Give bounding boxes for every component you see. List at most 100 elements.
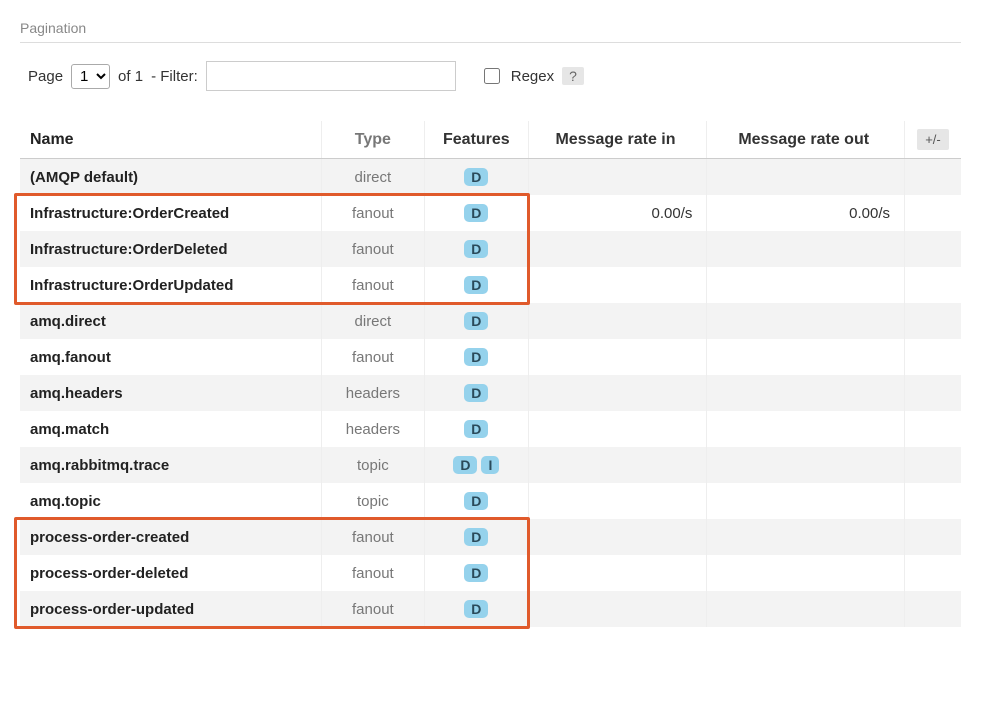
exchange-type: fanout <box>321 519 425 555</box>
rate-in <box>528 159 707 196</box>
header-features[interactable]: Features <box>425 121 529 159</box>
exchange-name-link[interactable]: Infrastructure:OrderCreated <box>20 195 321 231</box>
empty-cell <box>905 267 962 303</box>
empty-cell <box>905 231 962 267</box>
exchange-type: fanout <box>321 339 425 375</box>
exchange-name-link[interactable]: Infrastructure:OrderDeleted <box>20 231 321 267</box>
exchange-name-link[interactable]: amq.topic <box>20 483 321 519</box>
rate-out <box>707 159 905 196</box>
exchange-name-link[interactable]: process-order-deleted <box>20 555 321 591</box>
empty-cell <box>905 195 962 231</box>
table-row: amq.fanoutfanout D <box>20 339 961 375</box>
exchange-features: D <box>425 303 529 339</box>
feature-badge: D <box>464 492 488 510</box>
table-row: amq.matchheaders D <box>20 411 961 447</box>
exchange-type: fanout <box>321 591 425 627</box>
pagination-controls: Page 1 of 1 - Filter: Regex ? <box>20 61 961 91</box>
feature-badge: D <box>464 276 488 294</box>
table-row: amq.headersheaders D <box>20 375 961 411</box>
empty-cell <box>905 519 962 555</box>
header-type[interactable]: Type <box>321 121 425 159</box>
table-row: process-order-createdfanout D <box>20 519 961 555</box>
help-icon[interactable]: ? <box>562 67 584 85</box>
exchange-type: direct <box>321 159 425 196</box>
exchange-name-link[interactable]: process-order-created <box>20 519 321 555</box>
exchange-name-link[interactable]: amq.fanout <box>20 339 321 375</box>
feature-badge: I <box>481 456 499 474</box>
rate-out <box>707 483 905 519</box>
empty-cell <box>905 555 962 591</box>
rate-in <box>528 447 707 483</box>
exchange-type: fanout <box>321 195 425 231</box>
exchange-type: fanout <box>321 267 425 303</box>
empty-cell <box>905 591 962 627</box>
exchange-features: D <box>425 195 529 231</box>
columns-toggle-button[interactable]: +/- <box>917 129 949 150</box>
exchanges-table-wrap: Name Type Features Message rate in Messa… <box>20 121 961 627</box>
exchange-type: topic <box>321 483 425 519</box>
exchange-name-link[interactable]: amq.match <box>20 411 321 447</box>
exchange-features: D <box>425 555 529 591</box>
exchange-name-link[interactable]: amq.direct <box>20 303 321 339</box>
exchange-name-link[interactable]: amq.rabbitmq.trace <box>20 447 321 483</box>
exchange-type: fanout <box>321 231 425 267</box>
rate-in <box>528 375 707 411</box>
feature-badge: D <box>464 348 488 366</box>
rate-in <box>528 303 707 339</box>
rate-in <box>528 591 707 627</box>
exchange-type: topic <box>321 447 425 483</box>
feature-badge: D <box>464 564 488 582</box>
feature-badge: D <box>464 312 488 330</box>
regex-checkbox[interactable] <box>484 68 500 84</box>
exchange-type: fanout <box>321 555 425 591</box>
exchange-features: D <box>425 483 529 519</box>
exchange-features: D <box>425 339 529 375</box>
page-select[interactable]: 1 <box>71 64 110 89</box>
table-row: process-order-deletedfanout D <box>20 555 961 591</box>
rate-in <box>528 555 707 591</box>
exchange-features: D <box>425 159 529 196</box>
table-row: Infrastructure:OrderUpdatedfanout D <box>20 267 961 303</box>
empty-cell <box>905 483 962 519</box>
rate-out <box>707 411 905 447</box>
rate-out <box>707 555 905 591</box>
section-title: Pagination <box>20 20 961 43</box>
exchange-type: headers <box>321 411 425 447</box>
table-row: process-order-updatedfanout D <box>20 591 961 627</box>
rate-out <box>707 303 905 339</box>
exchange-name-link[interactable]: Infrastructure:OrderUpdated <box>20 267 321 303</box>
filter-label: - Filter: <box>151 68 198 85</box>
exchange-name-link[interactable]: amq.headers <box>20 375 321 411</box>
header-name[interactable]: Name <box>20 121 321 159</box>
exchanges-table: Name Type Features Message rate in Messa… <box>20 121 961 627</box>
feature-badge: D <box>464 240 488 258</box>
rate-out <box>707 267 905 303</box>
table-row: Infrastructure:OrderCreatedfanoutD0.00/s… <box>20 195 961 231</box>
rate-out <box>707 231 905 267</box>
feature-badge: D <box>464 600 488 618</box>
exchange-name-link[interactable]: (AMQP default) <box>20 159 321 196</box>
rate-in: 0.00/s <box>528 195 707 231</box>
table-row: amq.topictopic D <box>20 483 961 519</box>
feature-badge: D <box>464 384 488 402</box>
rate-in <box>528 483 707 519</box>
table-row: amq.rabbitmq.tracetopicDI <box>20 447 961 483</box>
rate-in <box>528 231 707 267</box>
rate-in <box>528 339 707 375</box>
feature-badge: D <box>464 168 488 186</box>
header-rate-in[interactable]: Message rate in <box>528 121 707 159</box>
exchange-features: D <box>425 375 529 411</box>
feature-badge: D <box>464 420 488 438</box>
empty-cell <box>905 159 962 196</box>
rate-out <box>707 447 905 483</box>
exchange-name-link[interactable]: process-order-updated <box>20 591 321 627</box>
filter-input[interactable] <box>206 61 456 91</box>
table-header-row: Name Type Features Message rate in Messa… <box>20 121 961 159</box>
empty-cell <box>905 447 962 483</box>
exchange-type: headers <box>321 375 425 411</box>
header-rate-out[interactable]: Message rate out <box>707 121 905 159</box>
rate-out <box>707 591 905 627</box>
feature-badge: D <box>464 528 488 546</box>
header-toggle: +/- <box>905 121 962 159</box>
rate-out <box>707 375 905 411</box>
